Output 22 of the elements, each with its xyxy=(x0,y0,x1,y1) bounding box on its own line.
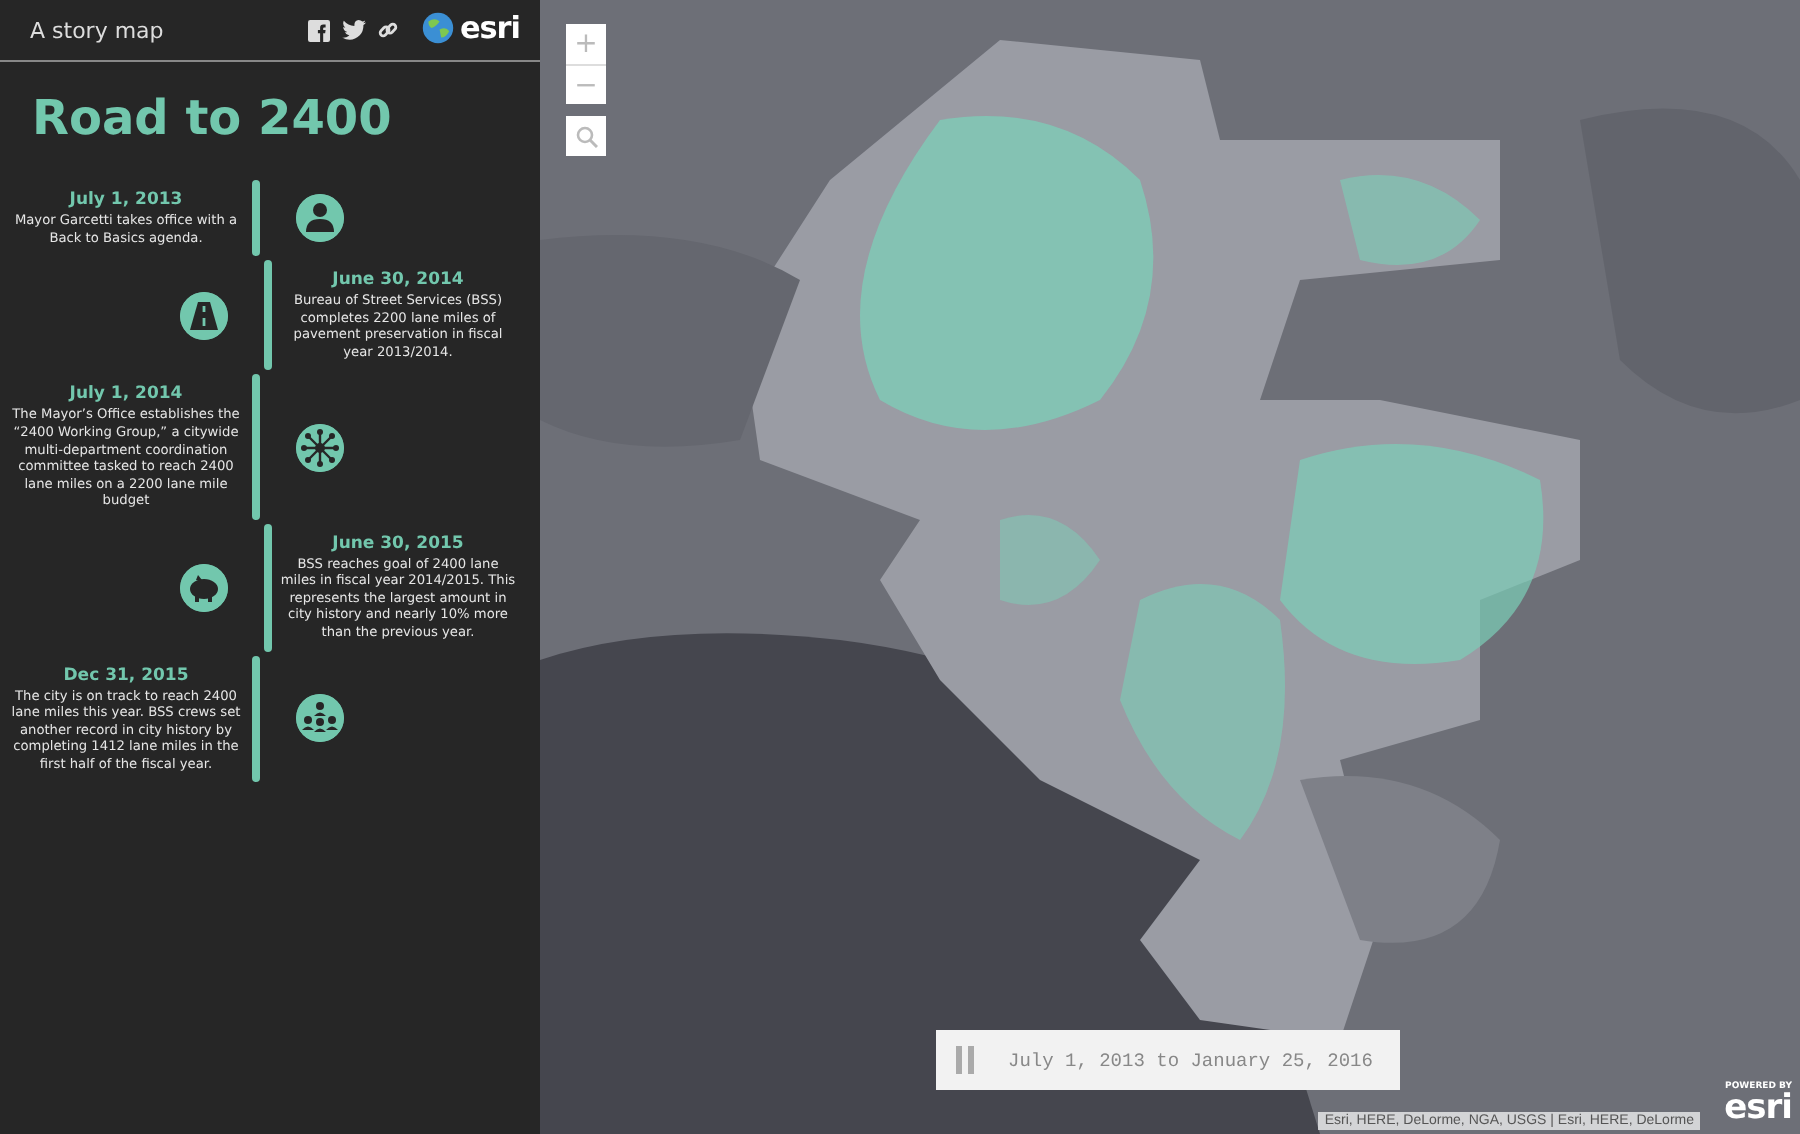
event-date: July 1, 2014 xyxy=(66,384,185,405)
piggybank-icon xyxy=(180,563,228,612)
search-icon xyxy=(575,125,597,147)
event-date: July 1, 2013 xyxy=(66,190,185,210)
story-map-label: A story map xyxy=(30,17,166,43)
link-icon[interactable] xyxy=(377,20,398,40)
facebook-icon[interactable] xyxy=(307,19,330,41)
person-icon xyxy=(296,194,344,243)
road-icon xyxy=(180,291,228,340)
zoom-out-button[interactable]: − xyxy=(566,64,606,104)
globe-icon xyxy=(421,11,454,43)
brand-logo: esri xyxy=(459,9,520,45)
story-title: Road to 2400 xyxy=(32,90,394,146)
twitter-icon[interactable] xyxy=(341,20,366,40)
zoom-in-button[interactable]: + xyxy=(566,24,606,64)
people-icon xyxy=(296,694,344,743)
brand-logo: esri xyxy=(1724,1092,1792,1126)
time-range-label: July 1, 2013 to January 25, 2016 xyxy=(1008,1049,1373,1071)
event-date: June 30, 2014 xyxy=(329,270,466,291)
event-date: June 30, 2015 xyxy=(329,533,466,554)
network-icon xyxy=(296,423,344,472)
event-date: Dec 31, 2015 xyxy=(61,665,191,686)
